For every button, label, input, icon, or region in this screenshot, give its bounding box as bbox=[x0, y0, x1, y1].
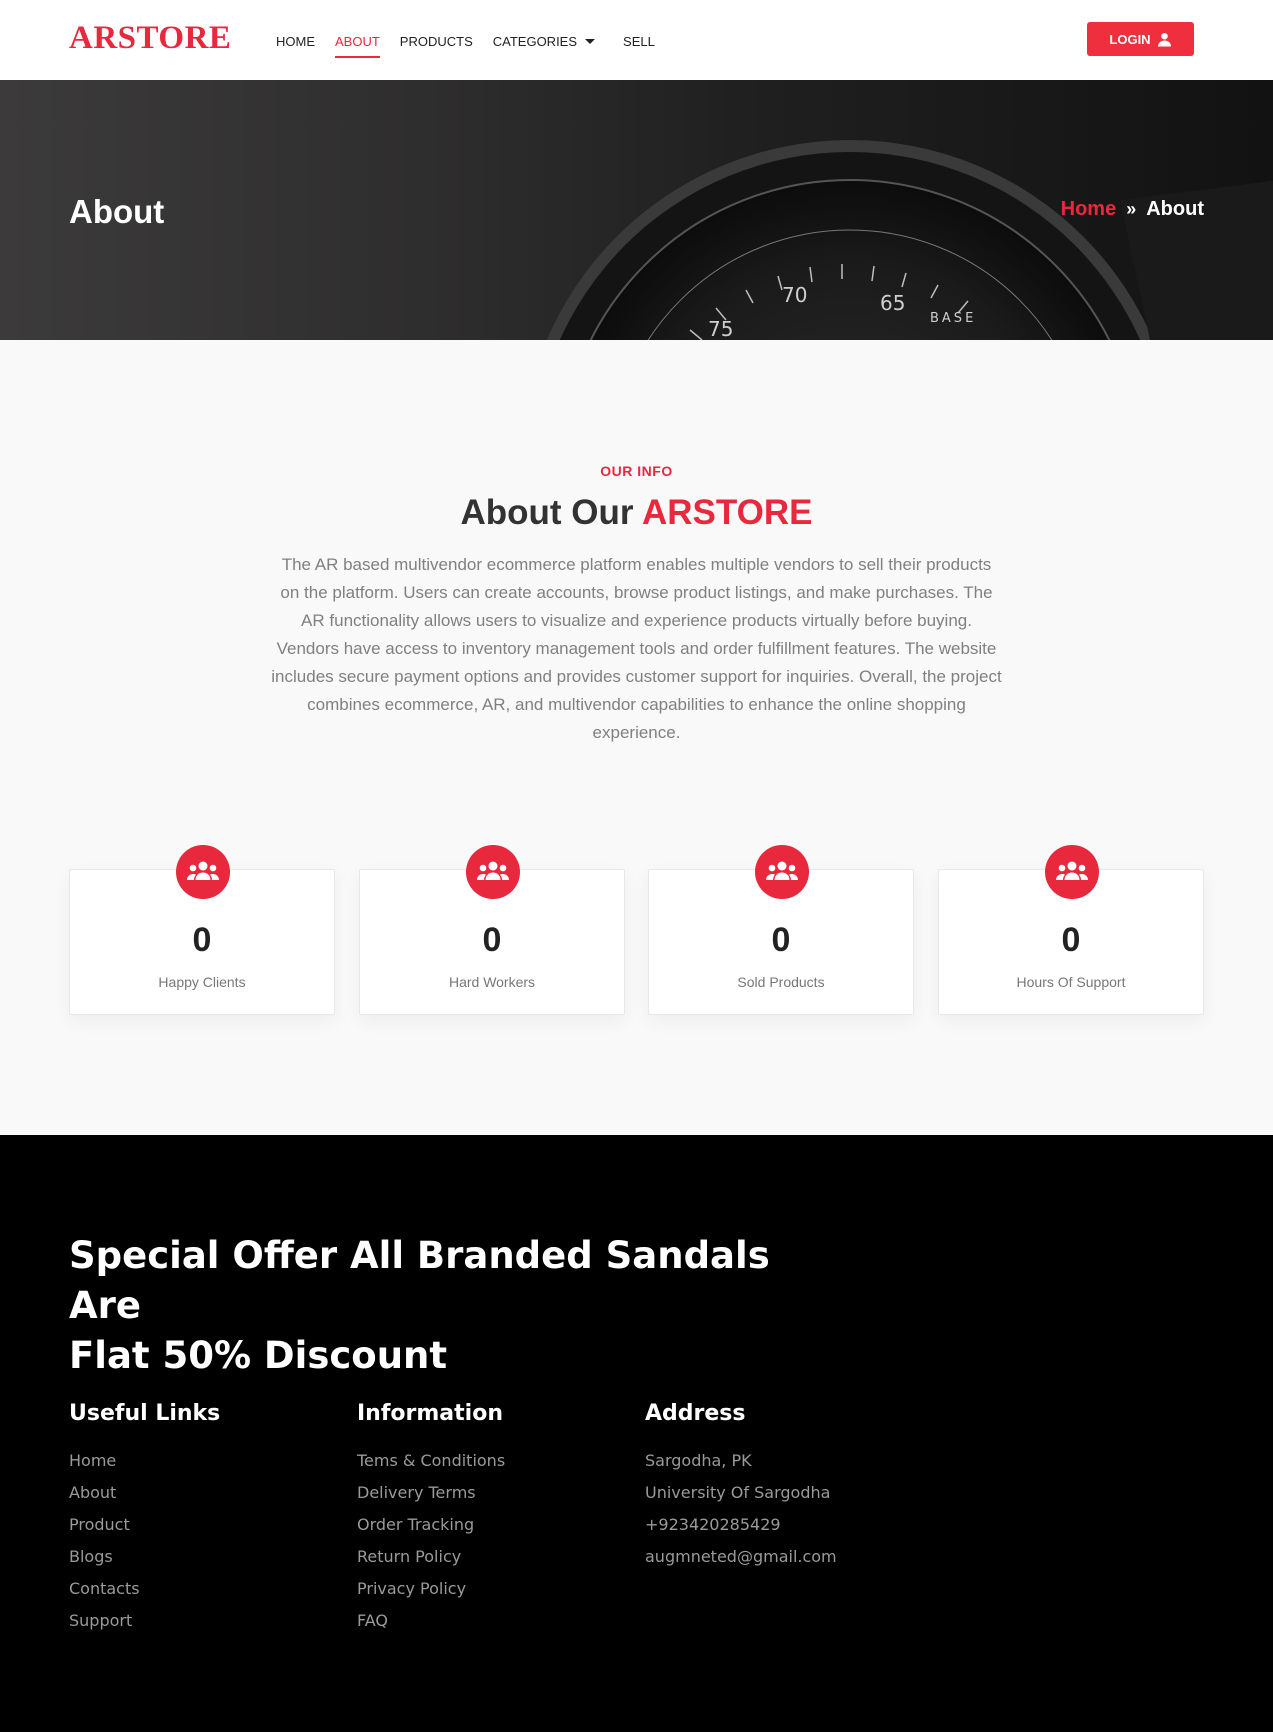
users-icon bbox=[755, 845, 809, 899]
footer-link-product[interactable]: Product bbox=[69, 1515, 220, 1535]
users-icon bbox=[176, 845, 230, 899]
footer-link-blogs[interactable]: Blogs bbox=[69, 1547, 220, 1567]
breadcrumb-current: About bbox=[1146, 198, 1204, 220]
stat-card: 0 Sold Products bbox=[648, 845, 914, 1015]
watch-image: 80 75 70 65 BASE 50 1000 bbox=[546, 140, 1273, 340]
stat-card: 0 Hours Of Support bbox=[938, 845, 1204, 1015]
nav-products[interactable]: PRODUCTS bbox=[400, 29, 473, 53]
footer-column-title: Address bbox=[645, 1401, 746, 1426]
breadcrumb-home-link[interactable]: Home bbox=[1061, 198, 1117, 221]
user-icon bbox=[1157, 32, 1171, 47]
users-icon bbox=[466, 845, 520, 899]
breadcrumb: Home » About bbox=[1061, 198, 1204, 221]
offer-line-2: Flat 50% Discount bbox=[69, 1334, 448, 1377]
nav-home[interactable]: HOME bbox=[276, 29, 315, 53]
footer-link-privacy-policy[interactable]: Privacy Policy bbox=[357, 1579, 505, 1599]
navbar: ARSTORE HOME ABOUT PRODUCTS CATEGORIES S… bbox=[0, 0, 1273, 80]
footer: Special Offer All Branded Sandals Are Fl… bbox=[0, 1135, 1273, 1732]
about-heading-prefix: About Our bbox=[460, 493, 642, 532]
footer-column-title: Useful Links bbox=[69, 1401, 221, 1426]
stats-row: 0 Happy Clients 0 Hard Workers 0 Sold Pr… bbox=[69, 845, 1204, 1015]
footer-column-title: Information bbox=[357, 1401, 503, 1426]
footer-useful-links: Useful Links Home About Product Blogs Co… bbox=[69, 1401, 220, 1643]
stat-card: 0 Happy Clients bbox=[69, 845, 335, 1015]
stat-label: Sold Products bbox=[737, 974, 825, 990]
nav-sell[interactable]: SELL bbox=[623, 29, 655, 53]
address-email: augmneted@gmail.com bbox=[645, 1547, 837, 1566]
footer-link-contacts[interactable]: Contacts bbox=[69, 1579, 220, 1599]
offer-line-1: Special Offer All Branded Sandals Are bbox=[69, 1234, 770, 1327]
caret-down-icon bbox=[585, 38, 596, 44]
footer-link-order-tracking[interactable]: Order Tracking bbox=[357, 1515, 505, 1535]
footer-link-terms[interactable]: Tems & Conditions bbox=[357, 1451, 505, 1471]
stat-label: Hard Workers bbox=[448, 974, 536, 990]
about-heading: About Our ARSTORE bbox=[0, 493, 1273, 533]
svg-text:75: 75 bbox=[708, 317, 733, 340]
login-label: LOGIN bbox=[1109, 31, 1151, 47]
stat-value: 0 bbox=[771, 921, 791, 959]
special-offer-banner: Special Offer All Branded Sandals Are Fl… bbox=[69, 1231, 829, 1381]
site-logo[interactable]: ARSTORE bbox=[69, 20, 231, 57]
footer-link-return-policy[interactable]: Return Policy bbox=[357, 1547, 505, 1567]
users-icon bbox=[1045, 845, 1099, 899]
double-chevron-right-icon: » bbox=[1126, 199, 1137, 219]
stat-label: Hours Of Support bbox=[1016, 974, 1126, 990]
footer-link-about[interactable]: About bbox=[69, 1483, 220, 1503]
footer-link-faq[interactable]: FAQ bbox=[357, 1611, 505, 1631]
address-city: Sargodha, PK bbox=[645, 1451, 752, 1470]
stat-card: 0 Hard Workers bbox=[359, 845, 625, 1015]
stat-value: 0 bbox=[1061, 921, 1081, 959]
address-phone: +923420285429 bbox=[645, 1515, 781, 1534]
footer-information: Information Tems & Conditions Delivery T… bbox=[357, 1401, 505, 1643]
stat-value: 0 bbox=[192, 921, 212, 959]
stat-label: Happy Clients bbox=[158, 974, 246, 990]
nav-categories-label: CATEGORIES bbox=[492, 33, 578, 49]
svg-text:70: 70 bbox=[782, 283, 807, 307]
about-heading-accent: ARSTORE bbox=[641, 493, 813, 532]
about-description: The AR based multivendor ecommerce platf… bbox=[271, 555, 1002, 742]
nav-about[interactable]: ABOUT bbox=[335, 29, 380, 58]
footer-link-home[interactable]: Home bbox=[69, 1451, 220, 1471]
page-title: About bbox=[69, 193, 165, 230]
footer-link-delivery-terms[interactable]: Delivery Terms bbox=[357, 1483, 505, 1503]
about-section: OUR INFO About Our ARSTORE The AR based … bbox=[0, 340, 1273, 1135]
address-university: University Of Sargodha bbox=[645, 1483, 831, 1502]
svg-text:65: 65 bbox=[880, 291, 905, 315]
footer-link-support[interactable]: Support bbox=[69, 1611, 220, 1631]
stat-value: 0 bbox=[482, 921, 502, 959]
main-nav: HOME ABOUT PRODUCTS CATEGORIES SELL bbox=[276, 29, 675, 58]
nav-categories-dropdown[interactable]: CATEGORIES bbox=[492, 29, 596, 53]
svg-text:BASE: BASE bbox=[930, 311, 976, 326]
footer-address: Address Sargodha, PK University Of Sargo… bbox=[645, 1401, 837, 1579]
page-hero-banner: 80 75 70 65 BASE 50 1000 About Home » Ab… bbox=[0, 80, 1273, 340]
section-kicker: OUR INFO bbox=[600, 463, 673, 479]
login-button[interactable]: LOGIN bbox=[1087, 22, 1194, 56]
